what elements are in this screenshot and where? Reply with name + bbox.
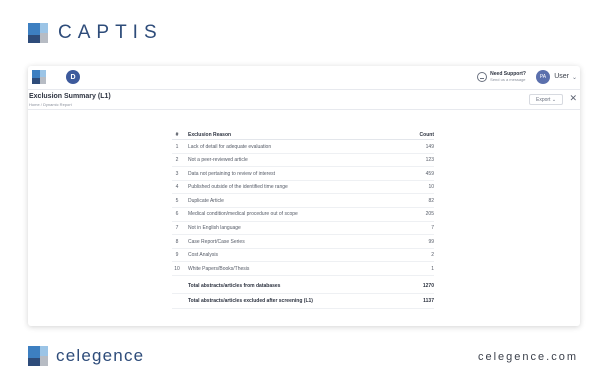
exclusion-table: # Exclusion Reason Count 1 Lack of detai…	[172, 128, 434, 309]
row-num: 9	[175, 252, 179, 259]
row-count: 82	[428, 197, 434, 204]
row-num: 5	[175, 197, 179, 204]
total-reason: Total abstracts/articles from databases	[188, 283, 281, 290]
table-row: 3 Data not pertaining to review of inter…	[172, 167, 434, 181]
row-num: 3	[175, 170, 179, 177]
table-header-row: # Exclusion Reason Count	[172, 128, 434, 140]
table-row: 4 Published outside of the identified ti…	[172, 181, 434, 195]
row-reason: Cost Analysis	[188, 252, 219, 259]
app-logo-icon[interactable]	[32, 70, 46, 84]
row-num: 4	[175, 184, 179, 191]
row-reason: Not a peer-reviewed article	[188, 157, 248, 164]
chat-support-icon	[477, 72, 488, 82]
total-reason: Total abstracts/articles excluded after …	[188, 298, 313, 305]
table-row: 6 Medical condition/medical procedure ou…	[172, 208, 434, 222]
row-count: 10	[428, 184, 434, 191]
total-row-databases: Total abstracts/articles from databases …	[172, 279, 434, 294]
header-reason: Exclusion Reason	[188, 131, 232, 138]
table-row: 8 Case Report/Case Series 99	[172, 235, 434, 249]
row-reason: White Papers/Books/Thesis	[188, 265, 250, 272]
table-row: 10 White Papers/Books/Thesis 1	[172, 262, 434, 276]
app-window: D Need Support? Send us a message PA Use…	[28, 66, 580, 326]
celegence-url: celegence.com	[478, 351, 578, 363]
row-num: 8	[175, 238, 179, 245]
row-num: 2	[175, 157, 179, 164]
celegence-brand: celegence	[28, 346, 144, 366]
support-subtitle: Send us a message	[490, 77, 526, 82]
report-header: Exclusion Summary (L1) Home / Dynamic Re…	[28, 90, 580, 110]
export-button[interactable]: Export ⌄	[529, 94, 563, 105]
row-count: 99	[428, 238, 434, 245]
row-count: 2	[431, 252, 434, 259]
close-icon[interactable]: ✕	[569, 93, 577, 104]
workspace-avatar[interactable]: D	[66, 70, 80, 84]
row-count: 459	[425, 170, 434, 177]
row-reason: Lack of detail for adequate evaluation	[188, 143, 272, 150]
total-count: 1270	[422, 283, 434, 290]
row-count: 123	[425, 157, 434, 164]
row-num: 10	[174, 265, 180, 272]
row-reason: Published outside of the identified time…	[188, 184, 288, 191]
total-row-excluded: Total abstracts/articles excluded after …	[172, 294, 434, 309]
breadcrumb[interactable]: Home / Dynamic Report	[29, 102, 72, 107]
row-count: 7	[431, 225, 434, 232]
row-reason: Medical condition/medical procedure out …	[188, 211, 298, 218]
row-num: 7	[175, 225, 179, 232]
row-count: 205	[425, 211, 434, 218]
support-link[interactable]: Need Support? Send us a message	[477, 72, 526, 82]
row-num: 6	[175, 211, 179, 218]
chevron-down-icon[interactable]: ⌄	[572, 74, 577, 81]
captis-brand: CAPTIS	[28, 22, 163, 44]
row-count: 1	[431, 265, 434, 272]
row-reason: Data not pertaining to review of interes…	[188, 170, 275, 177]
table-row: 1 Lack of detail for adequate evaluation…	[172, 140, 434, 154]
row-reason: Not in English language	[188, 225, 241, 232]
captis-wordmark: CAPTIS	[58, 22, 163, 43]
top-bar: D Need Support? Send us a message PA Use…	[28, 66, 580, 90]
celegence-logo-icon	[28, 346, 48, 366]
row-reason: Case Report/Case Series	[188, 238, 245, 245]
user-menu-label[interactable]: User	[554, 73, 569, 80]
captis-logo-icon	[28, 23, 48, 43]
table-row: 2 Not a peer-reviewed article 123	[172, 154, 434, 168]
total-count: 1137	[423, 298, 434, 305]
celegence-wordmark: celegence	[56, 346, 145, 365]
row-count: 149	[425, 143, 434, 150]
table-row: 7 Not in English language 7	[172, 222, 434, 236]
row-num: 1	[175, 143, 179, 150]
row-reason: Duplicate Article	[188, 197, 224, 204]
header-num: #	[175, 131, 179, 138]
user-avatar[interactable]: PA	[536, 70, 550, 84]
page-title: Exclusion Summary (L1)	[29, 93, 111, 100]
table-row: 9 Cost Analysis 2	[172, 249, 434, 263]
header-count: Count	[419, 131, 434, 138]
table-row: 5 Duplicate Article 82	[172, 194, 434, 208]
